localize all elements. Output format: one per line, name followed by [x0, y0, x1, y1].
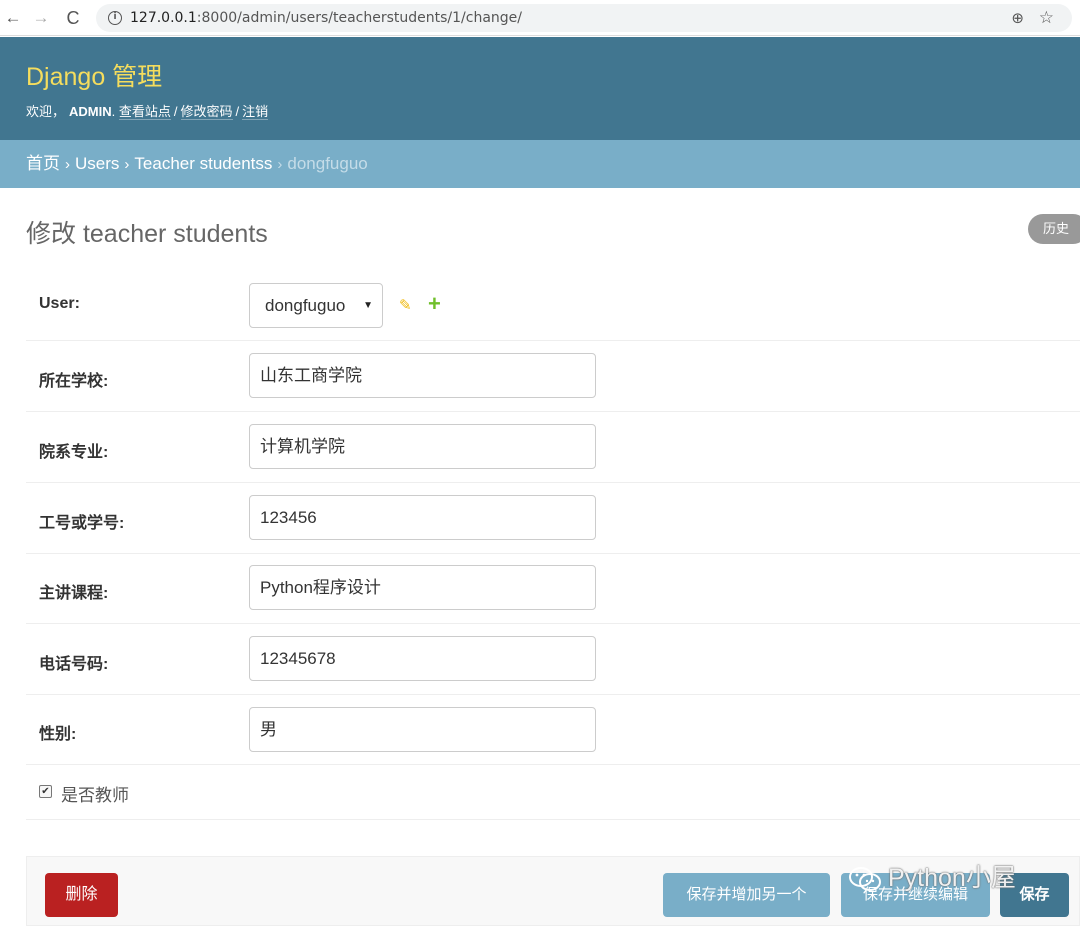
- form-row-school: 所在学校: 山东工商学院: [26, 341, 1080, 412]
- phone-field[interactable]: 12345678: [249, 636, 596, 681]
- watermark: Python小屋: [848, 858, 1016, 894]
- is-teacher-checkbox[interactable]: ✔: [39, 785, 52, 798]
- user-select[interactable]: dongfuguo ▼: [249, 283, 383, 328]
- browser-toolbar: ← → C i 127.0.0.1:8000/admin/users/teach…: [0, 0, 1080, 36]
- url-host: 127.0.0.1: [130, 10, 197, 26]
- star-icon[interactable]: ☆: [1039, 8, 1054, 28]
- history-button[interactable]: 历史: [1028, 214, 1080, 244]
- course-field[interactable]: Python程序设计: [249, 565, 596, 610]
- phone-label: 电话号码:: [39, 656, 109, 673]
- plus-icon[interactable]: +: [428, 291, 441, 317]
- department-field[interactable]: 计算机学院: [249, 424, 596, 469]
- page-title: 修改 teacher students: [26, 220, 268, 248]
- watermark-text: Python小屋: [888, 864, 1016, 892]
- course-label: 主讲课程:: [39, 585, 109, 602]
- form-row-department: 院系专业: 计算机学院: [26, 412, 1080, 483]
- form-row-user: User: dongfuguo ▼ ✎ +: [26, 270, 1080, 341]
- form-row-course: 主讲课程: Python程序设计: [26, 554, 1080, 624]
- url-path: :8000/admin/users/teacherstudents/1/chan…: [196, 10, 523, 26]
- welcome-text: 欢迎，: [26, 104, 66, 119]
- breadcrumb: 首页 › Users › Teacher studentss › dongfuguo: [0, 140, 1080, 188]
- breadcrumb-current: dongfuguo: [287, 154, 368, 173]
- form-row-number: 工号或学号: 123456: [26, 483, 1080, 554]
- breadcrumb-app[interactable]: Users: [75, 154, 119, 173]
- save-add-another-button[interactable]: 保存并增加另一个: [663, 873, 830, 917]
- reload-icon[interactable]: C: [62, 6, 84, 30]
- breadcrumb-separator: ›: [124, 156, 130, 173]
- info-icon[interactable]: i: [108, 11, 122, 25]
- is-teacher-label[interactable]: 是否教师: [61, 781, 129, 806]
- view-site-link[interactable]: 查看站点: [118, 104, 171, 120]
- dropdown-arrow-icon: ▼: [363, 300, 373, 311]
- breadcrumb-separator: ›: [277, 156, 283, 173]
- breadcrumb-separator: ›: [65, 156, 70, 173]
- school-field[interactable]: 山东工商学院: [249, 353, 596, 398]
- address-bar[interactable]: i 127.0.0.1:8000/admin/users/teacherstud…: [96, 4, 1072, 32]
- forward-arrow-icon[interactable]: →: [30, 6, 52, 30]
- department-label: 院系专业:: [39, 444, 109, 461]
- gender-label: 性别:: [39, 726, 77, 743]
- zoom-icon[interactable]: ⊕: [1011, 9, 1024, 27]
- number-label: 工号或学号:: [39, 515, 125, 532]
- change-password-link[interactable]: 修改密码: [180, 104, 233, 120]
- site-branding[interactable]: Django 管理: [26, 57, 162, 93]
- logout-link[interactable]: 注销: [242, 104, 269, 120]
- user-label: User:: [39, 295, 80, 312]
- gender-field[interactable]: 男: [249, 707, 596, 752]
- number-field[interactable]: 123456: [249, 495, 596, 540]
- school-label: 所在学校:: [39, 373, 109, 390]
- admin-header: Django 管理 欢迎， ADMIN. 查看站点 / 修改密码 / 注销: [0, 37, 1080, 140]
- wechat-icon: [849, 867, 881, 892]
- user-select-value: dongfuguo: [265, 296, 346, 315]
- form-row-phone: 电话号码: 12345678: [26, 624, 1080, 695]
- form-row-gender: 性别: 男: [26, 695, 1080, 765]
- username: ADMIN: [69, 104, 112, 119]
- delete-button[interactable]: 删除: [45, 873, 118, 917]
- breadcrumb-model[interactable]: Teacher studentss: [134, 154, 272, 173]
- pencil-icon[interactable]: ✎: [399, 296, 412, 314]
- back-arrow-icon[interactable]: ←: [2, 6, 24, 30]
- breadcrumb-home[interactable]: 首页: [26, 154, 60, 173]
- url-text[interactable]: 127.0.0.1:8000/admin/users/teacherstuden…: [130, 10, 522, 26]
- user-tools: 欢迎， ADMIN. 查看站点 / 修改密码 / 注销: [26, 104, 269, 120]
- form-row-is-teacher: ✔ 是否教师: [26, 765, 1080, 820]
